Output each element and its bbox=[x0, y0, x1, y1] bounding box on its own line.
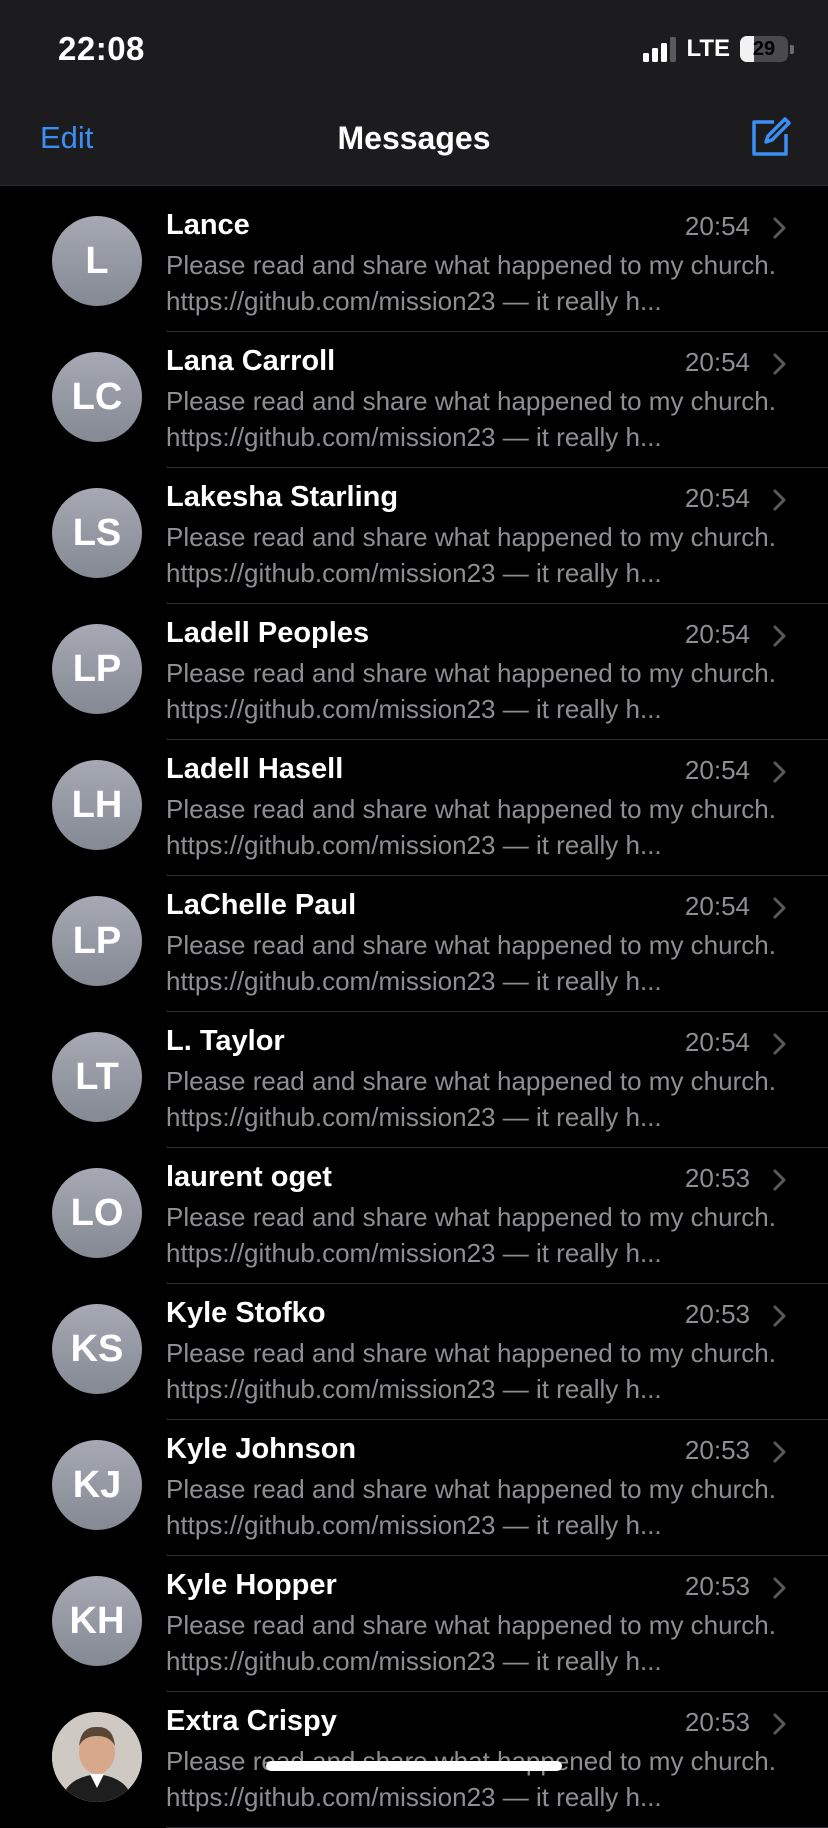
contact-name: Lakesha Starling bbox=[166, 481, 399, 513]
avatar: KH bbox=[52, 1576, 142, 1666]
conversation-row[interactable]: LT L. Taylor 20:54 Please read and share wh… bbox=[0, 1011, 828, 1148]
compose-icon[interactable] bbox=[746, 114, 794, 162]
chevron-right-icon bbox=[772, 1713, 788, 1735]
contact-name: Kyle Hopper bbox=[166, 1569, 337, 1601]
avatar: LS bbox=[52, 488, 142, 578]
message-preview: Please read and share what happened to m… bbox=[166, 1746, 776, 1812]
contact-name: Lana Carroll bbox=[166, 345, 336, 377]
contact-name: laurent oget bbox=[166, 1161, 332, 1193]
avatar: KJ bbox=[52, 1440, 142, 1530]
conversation-row[interactable]: LP Ladell Peoples 20:54 Please read and sha… bbox=[0, 603, 828, 740]
contact-name: LaChelle Paul bbox=[166, 889, 357, 921]
message-time: 20:53 bbox=[684, 1571, 750, 1601]
message-preview: Please read and share what happened to m… bbox=[166, 250, 776, 316]
message-preview: Please read and share what happened to m… bbox=[166, 1610, 776, 1676]
message-time: 20:54 bbox=[684, 483, 750, 513]
conversation-row[interactable]: LO laurent oget 20:53 Please read and share… bbox=[0, 1147, 828, 1284]
battery-cap bbox=[790, 44, 794, 54]
conversation-content: Kyle Stofko 20:53 Please read and share wh… bbox=[166, 1283, 828, 1420]
avatar: KS bbox=[52, 1304, 142, 1394]
chevron-right-icon bbox=[772, 489, 788, 511]
top-bar: 22:08 LTE 29 Edit Messages bbox=[0, 0, 828, 186]
avatar: LT bbox=[52, 1032, 142, 1122]
conversation-row[interactable]: LC Lana Carroll 20:54 Please read and share… bbox=[0, 331, 828, 468]
chevron-right-icon bbox=[772, 1577, 788, 1599]
avatar: L bbox=[52, 216, 142, 306]
message-time: 20:54 bbox=[684, 755, 750, 785]
conversation-content: Ladell Hasell 20:54 Please read and share … bbox=[166, 739, 828, 876]
conversation-row[interactable]: L Lance 20:54 Please read and share what ha… bbox=[0, 195, 828, 332]
conversation-row[interactable]: LH Ladell Hasell 20:54 Please read and shar… bbox=[0, 739, 828, 876]
battery-icon: 29 bbox=[740, 36, 788, 62]
contact-name: L. Taylor bbox=[166, 1025, 285, 1057]
avatar: LC bbox=[52, 352, 142, 442]
contact-name: Kyle Johnson bbox=[166, 1433, 357, 1465]
message-preview: Please read and share what happened to m… bbox=[166, 930, 776, 996]
status-time: 22:08 bbox=[58, 30, 145, 67]
contact-name: Ladell Hasell bbox=[166, 753, 344, 785]
battery-level: 29 bbox=[752, 38, 776, 60]
chevron-right-icon bbox=[772, 353, 788, 375]
conversation-row[interactable]: KH Kyle Hopper 20:53 Please read and share … bbox=[0, 1555, 828, 1692]
conversation-content: Lakesha Starling 20:54 Please read and sha… bbox=[166, 467, 828, 604]
conversation-content: Ladell Peoples 20:54 Please read and share… bbox=[166, 603, 828, 740]
message-time: 20:54 bbox=[684, 347, 750, 377]
message-preview: Please read and share what happened to m… bbox=[166, 1338, 776, 1404]
contact-name: Kyle Stofko bbox=[166, 1297, 326, 1329]
conversation-content: Lana Carroll 20:54 Please read and share w… bbox=[166, 331, 828, 468]
conversation-row[interactable]: LP LaChelle Paul 20:54 Please read and shar… bbox=[0, 875, 828, 1012]
message-time: 20:53 bbox=[684, 1163, 750, 1193]
conversation-row[interactable]: KJ Kyle Johnson 20:53 Please read and share… bbox=[0, 1419, 828, 1556]
chevron-right-icon bbox=[772, 217, 788, 239]
message-time: 20:54 bbox=[684, 211, 750, 241]
conversation-content: LaChelle Paul 20:54 Please read and share … bbox=[166, 875, 828, 1012]
conversation-list: L Lance 20:54 Please read and share what ha… bbox=[0, 195, 828, 1828]
message-time: 20:53 bbox=[684, 1435, 750, 1465]
page-title: Messages bbox=[337, 120, 491, 156]
contact-name: Ladell Peoples bbox=[166, 617, 370, 649]
contact-photo-avatar bbox=[52, 1712, 142, 1802]
message-time: 20:54 bbox=[684, 619, 750, 649]
avatar: LP bbox=[52, 896, 142, 986]
conversation-content: Kyle Hopper 20:53 Please read and share wh… bbox=[166, 1555, 828, 1692]
message-preview: Please read and share what happened to m… bbox=[166, 794, 776, 860]
conversation-content: laurent oget 20:53 Please read and share w… bbox=[166, 1147, 828, 1284]
conversation-row[interactable]: KS Kyle Stofko 20:53 Please read and share … bbox=[0, 1283, 828, 1420]
chevron-right-icon bbox=[772, 1033, 788, 1055]
avatar: LP bbox=[52, 624, 142, 714]
message-time: 20:53 bbox=[684, 1707, 750, 1737]
message-preview: Please read and share what happened to m… bbox=[166, 522, 776, 588]
cellular-signal-icon bbox=[643, 36, 677, 62]
chevron-right-icon bbox=[772, 625, 788, 647]
message-time: 20:54 bbox=[684, 891, 750, 921]
message-preview: Please read and share what happened to m… bbox=[166, 1202, 776, 1268]
message-preview: Please read and share what happened to m… bbox=[166, 1474, 776, 1540]
chevron-right-icon bbox=[772, 897, 788, 919]
conversation-row[interactable]: LS Lakesha Starling 20:54 Please read and s… bbox=[0, 467, 828, 604]
avatar: LH bbox=[52, 760, 142, 850]
chevron-right-icon bbox=[772, 761, 788, 783]
message-time: 20:53 bbox=[684, 1299, 750, 1329]
status-indicators: LTE 29 bbox=[643, 34, 794, 64]
chevron-right-icon bbox=[772, 1305, 788, 1327]
message-preview: Please read and share what happened to m… bbox=[166, 386, 776, 452]
network-type: LTE bbox=[686, 35, 730, 62]
conversation-row[interactable]: Extra Crispy 20:53 Please read and share w… bbox=[0, 1691, 828, 1828]
conversation-content: Extra Crispy 20:53 Please read and share w… bbox=[166, 1691, 828, 1828]
message-time: 20:54 bbox=[684, 1027, 750, 1057]
chevron-right-icon bbox=[772, 1441, 788, 1463]
home-indicator[interactable] bbox=[266, 1761, 562, 1771]
message-preview: Please read and share what happened to m… bbox=[166, 658, 776, 724]
conversation-content: Kyle Johnson 20:53 Please read and share w… bbox=[166, 1419, 828, 1556]
chevron-right-icon bbox=[772, 1169, 788, 1191]
message-preview: Please read and share what happened to m… bbox=[166, 1066, 776, 1132]
conversation-content: Lance 20:54 Please read and share what hap… bbox=[166, 195, 828, 332]
conversation-content: L. Taylor 20:54 Please read and share what… bbox=[166, 1011, 828, 1148]
contact-name: Extra Crispy bbox=[166, 1705, 337, 1737]
avatar: LO bbox=[52, 1168, 142, 1258]
contact-name: Lance bbox=[166, 209, 250, 241]
